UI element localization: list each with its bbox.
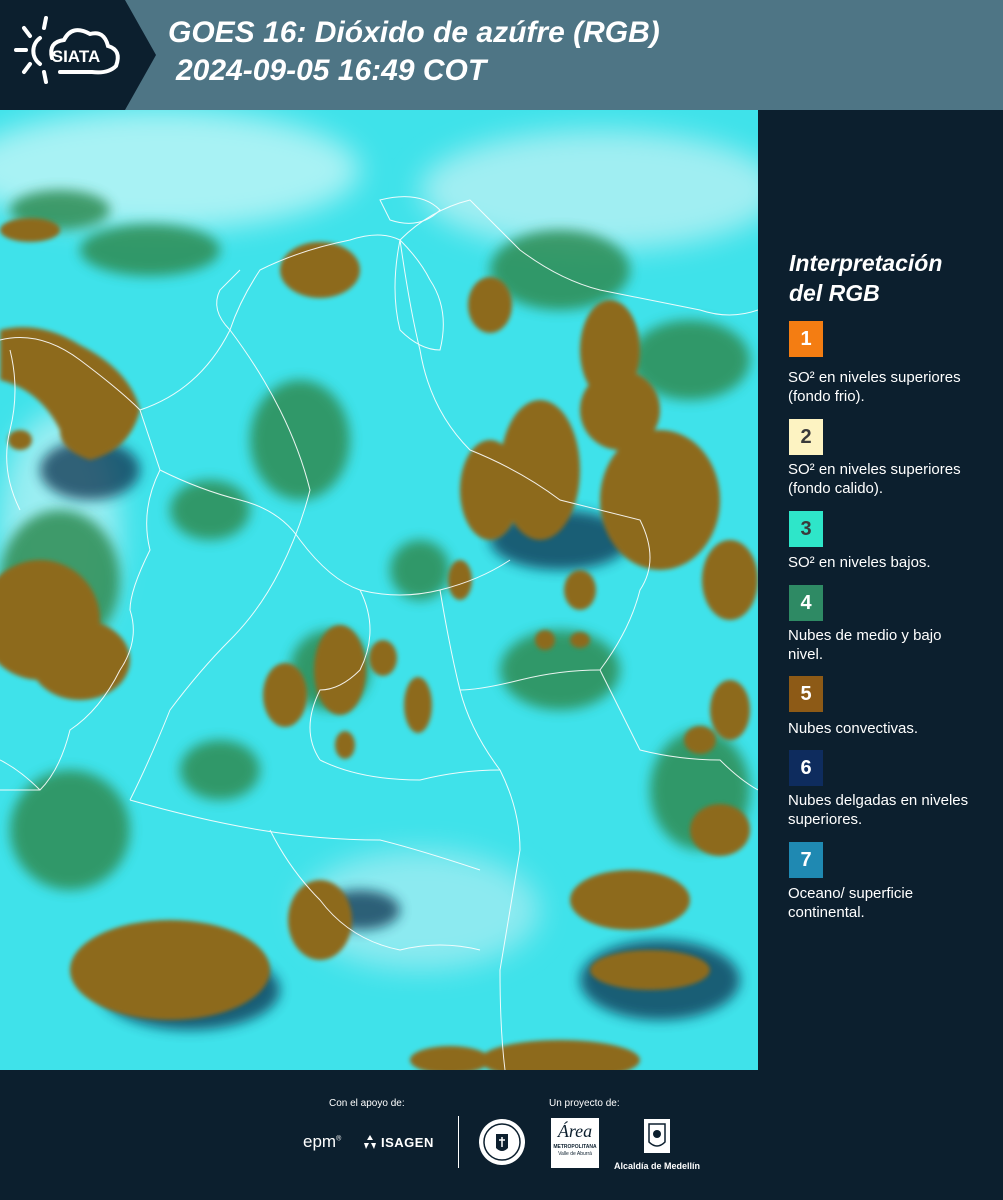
legend-text-5: Nubes convectivas. (788, 720, 919, 737)
timestamp: 2024-09-05 16:49 COT (176, 54, 487, 87)
project-label: Un proyecto de: (549, 1098, 620, 1109)
legend-swatch-5: 5 (789, 676, 823, 712)
alcaldia-logo: Alcaldía de Medellín (612, 1118, 702, 1171)
alcaldia-shield-icon (644, 1119, 670, 1153)
isagen-mark-icon (364, 1135, 376, 1149)
footer-divider (458, 1116, 459, 1168)
legend-swatch-7: 7 (789, 842, 823, 878)
seal-icon (479, 1119, 525, 1165)
siata-logo-text: SIATA (52, 47, 100, 66)
sun-cloud-icon: SIATA (14, 16, 120, 84)
legend-swatch-3: 3 (789, 511, 823, 547)
legend-text-1: SO² en niveles superiores (fondo frio). (788, 369, 961, 405)
page-title: GOES 16: Dióxido de azúfre (RGB) (168, 16, 660, 49)
legend-text-4: Nubes de medio y bajo nivel. (788, 627, 942, 663)
isagen-logo: ISAGEN (362, 1134, 434, 1150)
header-bar: SIATA GOES 16: Dióxido de azúfre (RGB) 2… (0, 0, 1003, 110)
legend-swatch-1: 1 (789, 321, 823, 357)
area-metropolitana-logo: Área METROPOLITANA Valle de Aburrá (551, 1118, 599, 1168)
alcaldia-logo-text: Alcaldía de Medellín (613, 1161, 701, 1171)
legend-text-7: Oceano/ superficie continental. (788, 885, 914, 921)
epm-logo: epm® (303, 1132, 342, 1151)
area-logo-line2: Valle de Aburrá (558, 1151, 592, 1157)
medellin-seal-logo (478, 1118, 526, 1171)
legend-swatch-2: 2 (789, 419, 823, 455)
satellite-map (0, 110, 758, 1070)
legend-swatch-6: 6 (789, 750, 823, 786)
area-logo-line1: METROPOLITANA (553, 1144, 597, 1150)
legend-text-6: Nubes delgadas en niveles superiores. (788, 792, 969, 828)
legend-text-2: SO² en niveles superiores (fondo calido)… (788, 461, 961, 497)
support-label: Con el apoyo de: (329, 1098, 405, 1109)
footer: Con el apoyo de: Un proyecto de: epm® IS… (0, 1070, 1003, 1200)
map-image (0, 110, 758, 1070)
legend-title-line2: del RGB (789, 280, 880, 306)
isagen-logo-text: ISAGEN (381, 1134, 434, 1150)
area-logo-mark: Área (557, 1121, 593, 1141)
legend-title: Interpretación del RGB (789, 248, 989, 308)
legend-text-3: SO² en niveles bajos. (788, 554, 931, 571)
legend-swatch-4: 4 (789, 585, 823, 621)
epm-logo-text: epm (303, 1132, 337, 1151)
legend-title-line1: Interpretación (789, 250, 943, 276)
legend-panel: Interpretación del RGB 1 SO² en niveles … (760, 110, 1003, 1070)
siata-logo: SIATA (0, 0, 156, 110)
